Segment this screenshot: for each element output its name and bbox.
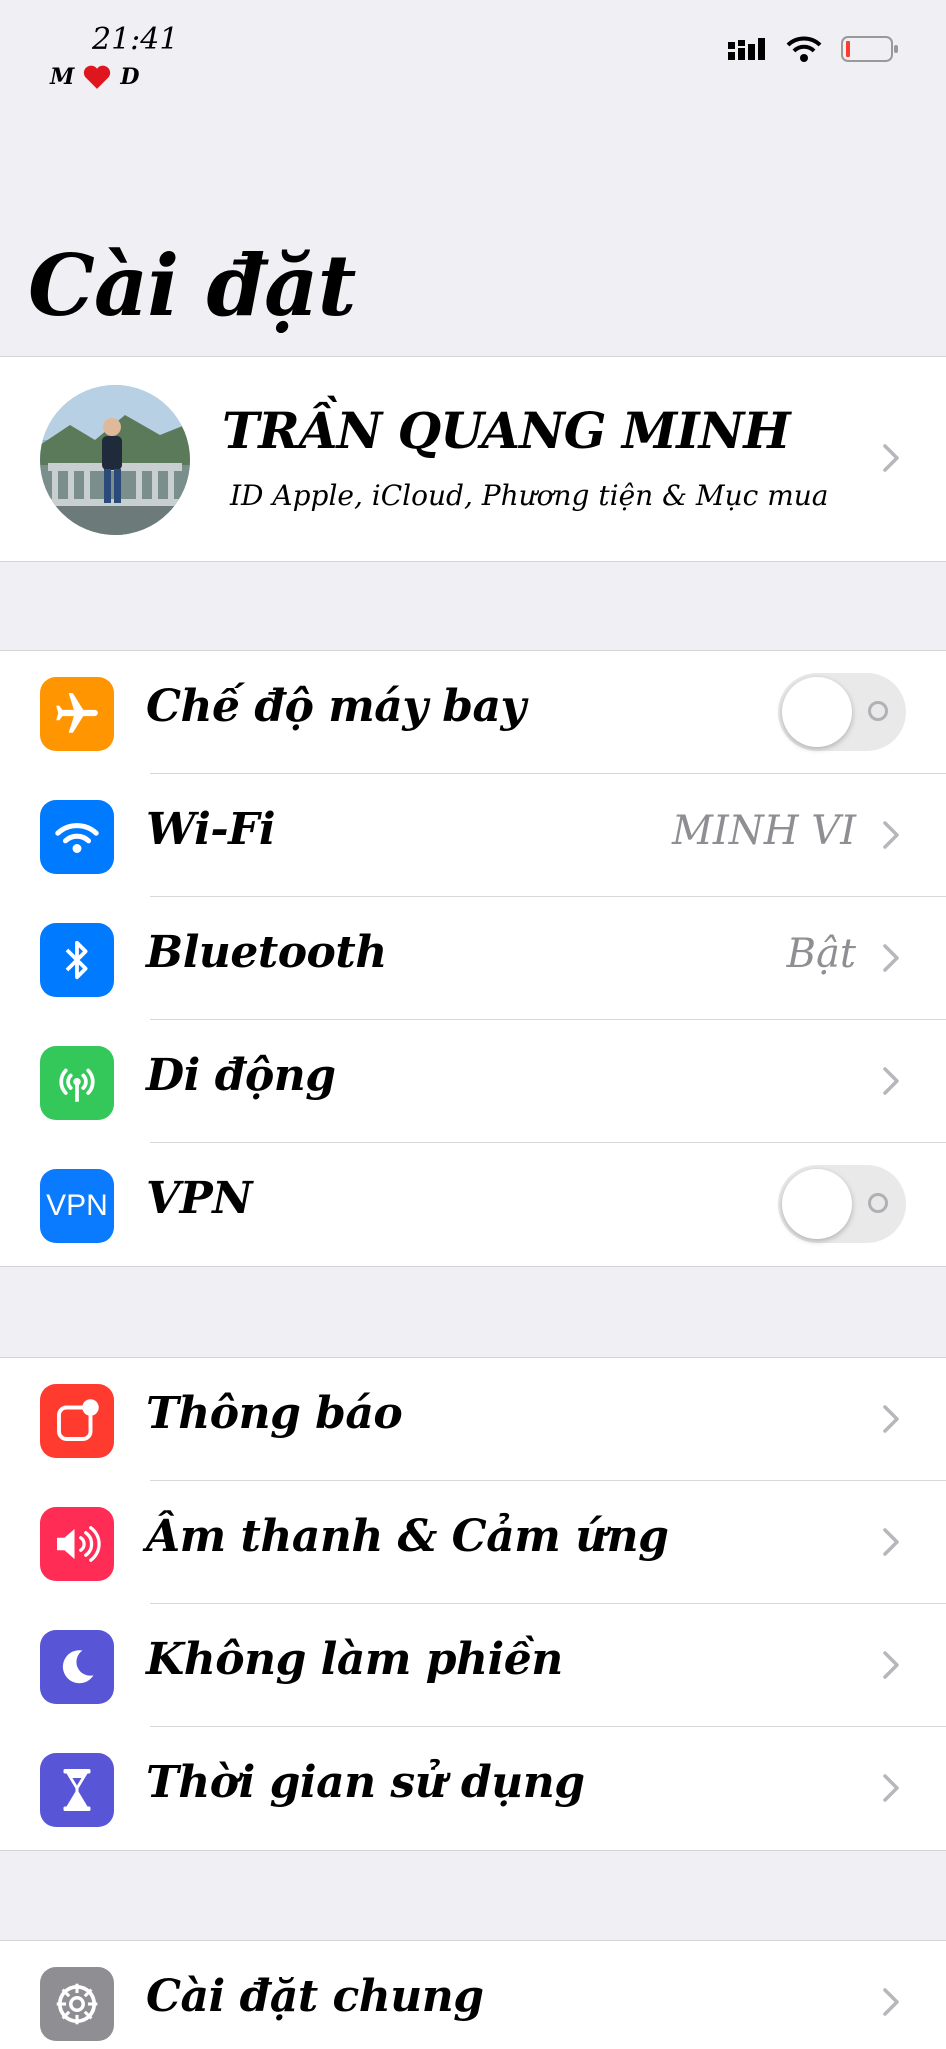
do-not-disturb-label: Không làm phiền (146, 1634, 563, 1685)
signal-icon (728, 38, 765, 60)
chevron-right-icon (874, 441, 908, 475)
cellular-label: Di động (146, 1050, 336, 1101)
bluetooth-status-value: Bật (786, 931, 856, 977)
general-group: Cài đặt chung (0, 1940, 946, 2049)
carrier-label: M D (50, 64, 139, 90)
cellular-icon (40, 1046, 114, 1120)
vpn-toggle[interactable] (778, 1165, 906, 1243)
general-label: Cài đặt chung (146, 1971, 484, 2022)
chevron-right-icon (874, 941, 908, 975)
apple-id-profile[interactable]: TRẦN QUANG MINH ID Apple, iCloud, Phương… (0, 356, 946, 562)
row-vpn[interactable]: VPN VPN (0, 1143, 946, 1266)
chevron-right-icon (874, 1985, 908, 2019)
page-title: Cài đặt (28, 236, 356, 335)
wifi-label: Wi-Fi (146, 804, 276, 855)
airplane-mode-label: Chế độ máy bay (146, 681, 526, 732)
vpn-label: VPN (146, 1173, 252, 1224)
notifications-group: Thông báo Âm thanh & Cảm ứng Không làm p… (0, 1357, 946, 1851)
carrier-left: M (50, 64, 75, 90)
chevron-right-icon (874, 1402, 908, 1436)
chevron-right-icon (874, 1771, 908, 1805)
bluetooth-label: Bluetooth (146, 927, 387, 978)
row-sounds-haptics[interactable]: Âm thanh & Cảm ứng (0, 1481, 946, 1604)
heart-icon (84, 65, 111, 89)
vpn-icon: VPN (40, 1169, 114, 1243)
profile-name: TRẦN QUANG MINH (222, 401, 791, 460)
row-cellular[interactable]: Di động (0, 1020, 946, 1143)
chevron-right-icon (874, 1525, 908, 1559)
row-notifications[interactable]: Thông báo (0, 1358, 946, 1481)
notifications-label: Thông báo (146, 1388, 403, 1439)
moon-icon (40, 1630, 114, 1704)
status-time: 21:41 (92, 22, 179, 57)
status-bar: 21:41 M D (0, 0, 946, 110)
wifi-icon (40, 800, 114, 874)
sounds-label: Âm thanh & Cảm ứng (146, 1511, 669, 1562)
screen-time-label: Thời gian sử dụng (146, 1757, 585, 1808)
chevron-right-icon (874, 818, 908, 852)
airplane-icon (40, 677, 114, 751)
hourglass-icon (40, 1753, 114, 1827)
row-general[interactable]: Cài đặt chung (0, 1941, 946, 2049)
carrier-right: D (120, 64, 140, 90)
row-do-not-disturb[interactable]: Không làm phiền (0, 1604, 946, 1727)
wifi-network-value: MINH VI (671, 808, 856, 854)
bluetooth-icon (40, 923, 114, 997)
wifi-status-icon (786, 36, 822, 62)
row-wifi[interactable]: Wi-Fi MINH VI (0, 774, 946, 897)
profile-subtitle: ID Apple, iCloud, Phương tiện & Mục mua (230, 479, 829, 512)
row-bluetooth[interactable]: Bluetooth Bật (0, 897, 946, 1020)
row-screen-time[interactable]: Thời gian sử dụng (0, 1727, 946, 1850)
avatar (40, 385, 190, 535)
sound-icon (40, 1507, 114, 1581)
airplane-mode-toggle[interactable] (778, 673, 906, 751)
gear-icon (40, 1967, 114, 2041)
chevron-right-icon (874, 1064, 908, 1098)
chevron-right-icon (874, 1648, 908, 1682)
connectivity-group: Chế độ máy bay Wi-Fi MINH VI Bluetooth B… (0, 650, 946, 1267)
row-airplane-mode[interactable]: Chế độ máy bay (0, 651, 946, 774)
notifications-icon (40, 1384, 114, 1458)
battery-icon (841, 36, 898, 62)
